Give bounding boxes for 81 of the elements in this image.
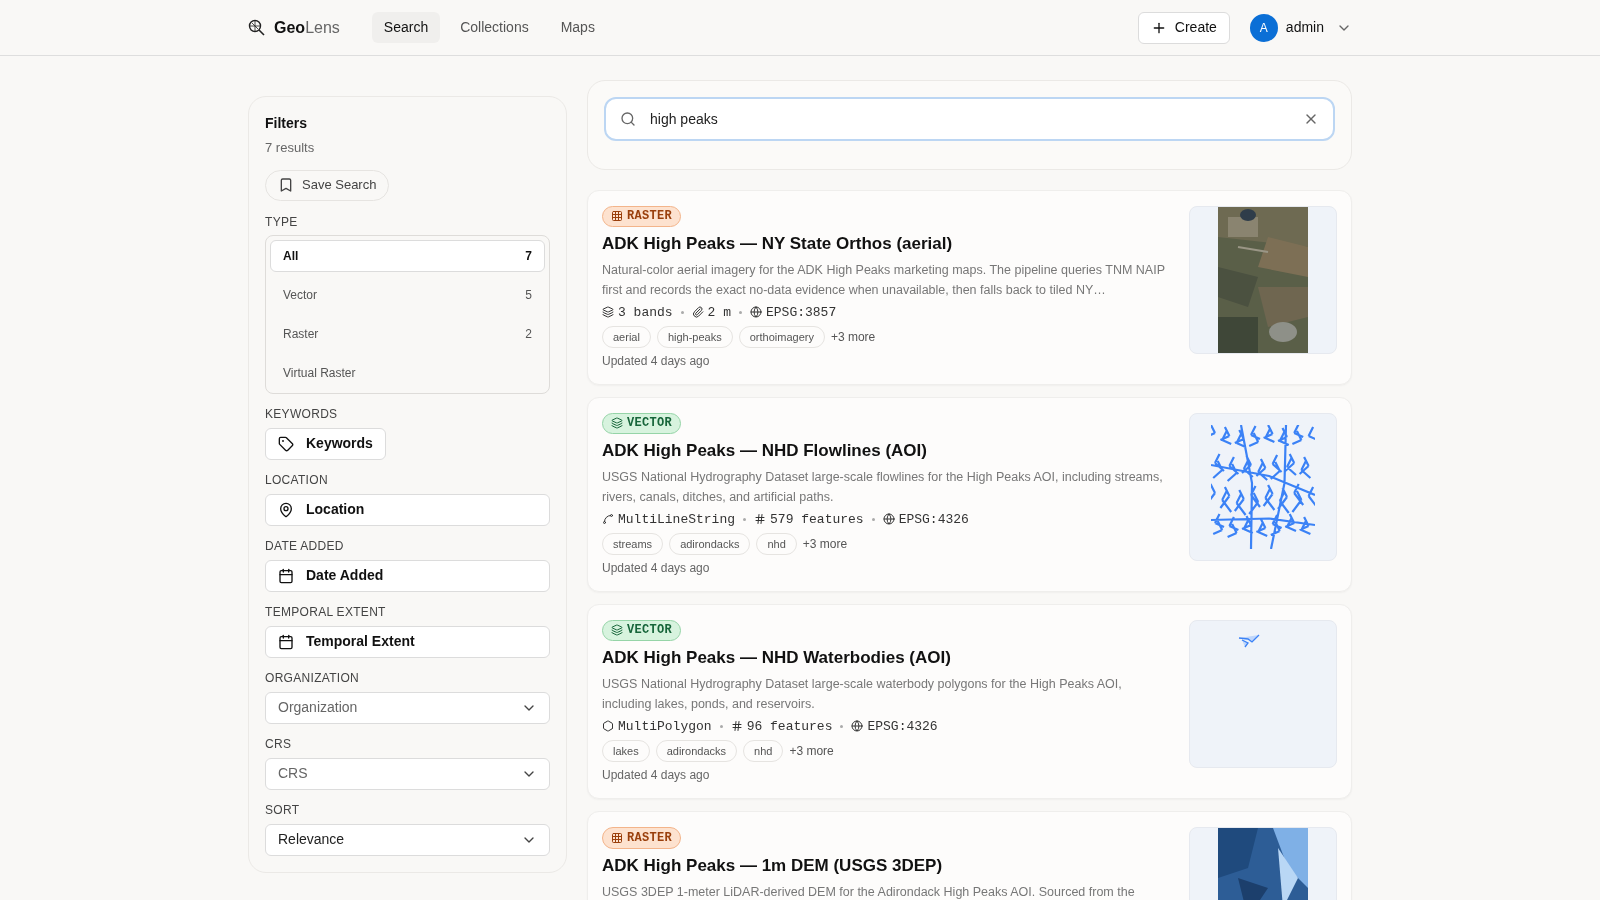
- lake-shape-drawing: [1238, 634, 1260, 648]
- section-label: LOCATION: [265, 472, 329, 487]
- type-option[interactable]: All 7: [270, 239, 545, 272]
- section-label: TYPE: [265, 214, 299, 229]
- updated-time: Updated 4 days ago: [602, 767, 710, 784]
- select-field[interactable]: CRS: [265, 757, 550, 790]
- section-label: ORGANIZATION: [265, 670, 361, 685]
- meta-value: 579 features: [770, 510, 864, 529]
- globe-icon: [882, 513, 895, 526]
- type-badge: VECTOR: [602, 620, 681, 641]
- result-title[interactable]: ADK High Peaks — 1m DEM (USGS 3DEP): [602, 855, 943, 877]
- globe-icon: [851, 720, 864, 733]
- search-icon: [620, 111, 636, 127]
- nav-tab[interactable]: Collections: [448, 12, 541, 43]
- layers-icon: [602, 306, 614, 319]
- section-label: TEMPORAL EXTENT: [265, 604, 387, 619]
- result-description: USGS 3DEP 1-meter LiDAR-derived DEM for the Adirondack High Peaks AOI. Sourced from the: [602, 884, 1135, 900]
- result-title[interactable]: ADK High Peaks — NHD Waterbodies (AOI): [602, 646, 951, 669]
- type-badge: RASTER: [602, 827, 681, 849]
- tag-icon: [278, 435, 294, 452]
- line-string-icon: [602, 513, 614, 526]
- layers-icon: [611, 624, 623, 637]
- nav-tab[interactable]: Search: [371, 12, 441, 43]
- meta-value: 3 bands: [618, 303, 673, 322]
- result-description: USGS National Hydrography Dataset large-scale flowlines for the High Peaks AOI, including streams, rivers, canals, ditches, and artificial paths.: [602, 468, 1164, 506]
- section-label: DATE ADDED: [265, 538, 345, 553]
- globe-search-icon: [248, 18, 266, 37]
- meta-value: EPSG:4326: [867, 717, 938, 736]
- select-field[interactable]: Organization: [265, 691, 550, 724]
- type-badge: RASTER: [602, 206, 681, 227]
- more-tags[interactable]: +3 more: [802, 535, 848, 553]
- globe-icon: [750, 306, 762, 319]
- section-label: KEYWORDS: [265, 406, 339, 421]
- grid-icon: [611, 832, 623, 844]
- user-menu[interactable]: A admin: [1249, 13, 1352, 42]
- more-tags[interactable]: +3 more: [830, 328, 876, 346]
- type-option[interactable]: Vector 5: [270, 278, 545, 311]
- result-card[interactable]: [587, 604, 1352, 799]
- section-label: SORT: [265, 802, 301, 817]
- meta-value: MultiPolygon: [618, 717, 712, 736]
- meta-value: MultiLineString: [618, 510, 736, 529]
- grid-icon: [611, 210, 623, 223]
- result-card[interactable]: [587, 397, 1352, 592]
- keywords-button[interactable]: Keywords: [265, 427, 386, 460]
- hexagon-icon: [602, 720, 614, 733]
- updated-time: Updated 4 days ago: [602, 560, 710, 577]
- result-count: 7 results: [265, 139, 316, 157]
- result-title[interactable]: ADK High Peaks — NHD Flowlines (AOI): [602, 439, 927, 462]
- more-tags[interactable]: +3 more: [789, 742, 834, 760]
- meta-value: 96 features: [746, 717, 833, 736]
- type-option[interactable]: Raster 2: [270, 317, 545, 350]
- result-title[interactable]: ADK High Peaks — NY State Orthos (aerial): [602, 232, 953, 255]
- filters-title: Filters: [265, 114, 308, 133]
- nav-tab[interactable]: Maps: [548, 12, 607, 43]
- filter-button[interactable]: Temporal Extent: [265, 625, 550, 658]
- calendar-icon: [278, 633, 294, 650]
- hash-icon: [730, 720, 743, 733]
- calendar-icon: [278, 567, 294, 584]
- filter-button[interactable]: Date Added: [265, 559, 550, 592]
- create-button[interactable]: Create: [1137, 11, 1230, 44]
- brand-logo[interactable]: GeoLens: [274, 15, 340, 40]
- type-option[interactable]: Virtual Raster: [270, 356, 545, 389]
- filter-button[interactable]: Location: [265, 493, 550, 526]
- search-field[interactable]: high peaks: [604, 97, 1335, 141]
- meta-value: EPSG:4326: [898, 510, 969, 529]
- section-label: CRS: [265, 736, 293, 751]
- result-description: Natural-color aerial imagery for the ADK High Peaks marketing maps. The pipeline queries TNM NAIP first and records the exact no-data evidence when unavailable, then falls back to tiled NY…: [602, 261, 1165, 299]
- user-avatar: A: [1249, 13, 1278, 42]
- result-description: USGS National Hydrography Dataset large-scale waterbody polygons for the High Peaks AOI, including lakes, ponds, and reservoirs.: [602, 675, 1123, 713]
- meta-value: 2 m: [707, 303, 731, 322]
- meta-value: EPSG:3857: [766, 303, 837, 322]
- layers-icon: [611, 417, 623, 430]
- updated-time: Updated 4 days ago: [602, 353, 710, 370]
- paperclip-icon: [691, 306, 704, 319]
- select-field[interactable]: Relevance: [265, 823, 550, 856]
- type-badge: VECTOR: [602, 413, 681, 434]
- map-pin-icon: [278, 501, 294, 518]
- hash-icon: [754, 513, 767, 526]
- bookmark-icon: [278, 177, 294, 193]
- result-card[interactable]: RASTER ADK High Peaks — 1m DEM (USGS 3DEP) USGS 3DEP 1-meter LiDAR-derived DEM for the Adirondack High Peaks AOI. Sourced from the: [587, 811, 1352, 900]
- result-card[interactable]: [587, 190, 1352, 385]
